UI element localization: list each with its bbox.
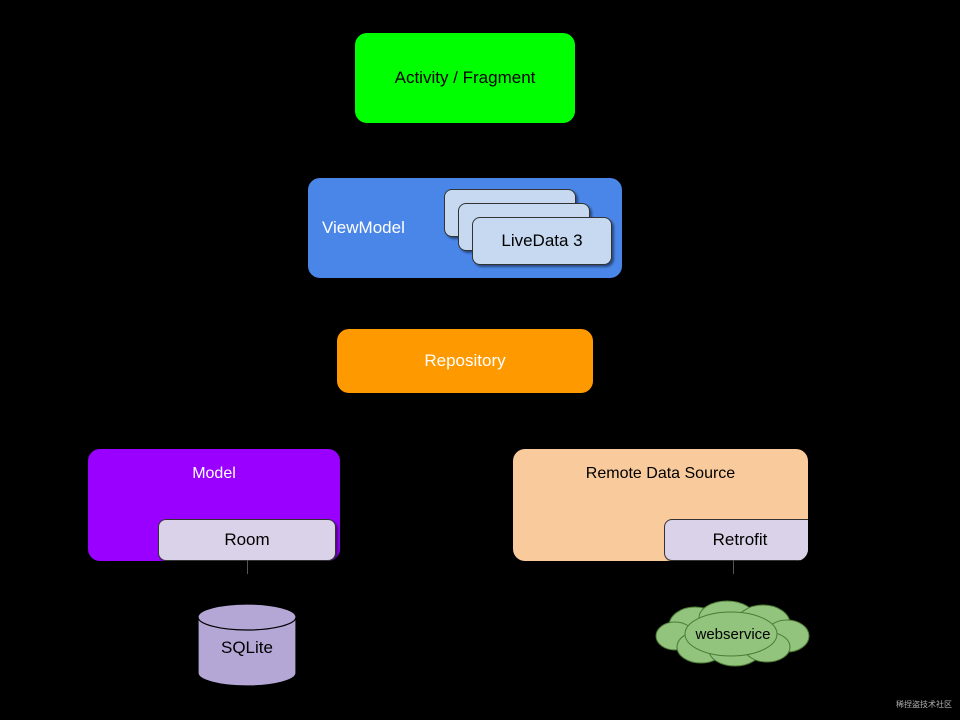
node-model[interactable]: Model Room (88, 449, 340, 561)
connector-room-to-sqlite (247, 560, 248, 574)
node-remote-data-source-label: Remote Data Source (585, 465, 736, 482)
livedata-card-3[interactable]: LiveData 3 (472, 217, 612, 265)
node-repository[interactable]: Repository (337, 329, 593, 393)
livedata-card-3-label: LiveData 3 (501, 231, 583, 250)
connector-retrofit-to-webservice (733, 560, 734, 574)
node-webservice-label: webservice (695, 625, 771, 643)
node-retrofit[interactable]: Retrofit (664, 519, 808, 561)
node-activity-fragment[interactable]: Activity / Fragment (355, 33, 575, 123)
node-repository-label: Repository (424, 351, 506, 370)
node-remote-data-source[interactable]: Remote Data Source Retrofit (513, 449, 808, 561)
node-viewmodel-label: ViewModel (322, 218, 405, 237)
node-viewmodel[interactable]: ViewModel LiveData 3 (308, 178, 622, 278)
node-retrofit-label: Retrofit (712, 530, 768, 549)
node-webservice[interactable]: webservice (655, 600, 811, 668)
diagram-canvas: Activity / Fragment ViewModel LiveData 3… (0, 0, 960, 720)
node-sqlite[interactable]: SQLite (197, 603, 297, 687)
node-room-label: Room (224, 530, 270, 549)
watermark-text: 稀捏盗技术社区 (896, 700, 952, 709)
node-model-label: Model (192, 465, 236, 482)
node-sqlite-label: SQLite (221, 638, 273, 657)
node-room[interactable]: Room (158, 519, 336, 561)
node-activity-fragment-label: Activity / Fragment (394, 68, 536, 87)
